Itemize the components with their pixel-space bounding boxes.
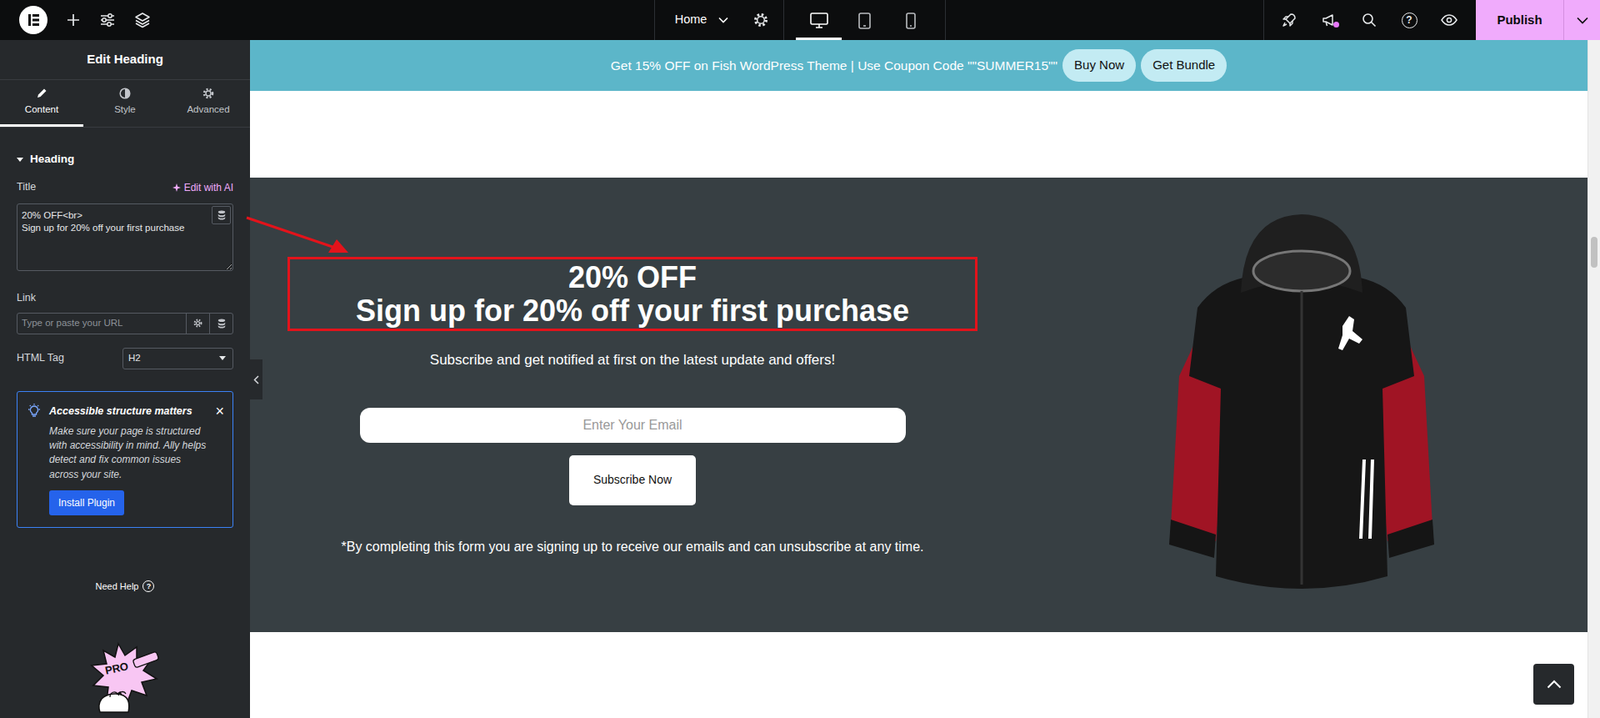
collapse-panel-chevron-icon[interactable] xyxy=(250,359,263,400)
tab-label[interactable]: Content xyxy=(25,102,59,117)
elementor-logo-icon[interactable] xyxy=(19,5,48,35)
help-circle-icon[interactable]: ? xyxy=(142,580,155,592)
page-canvas: Get 15% OFF on Fish WordPress Theme | Us… xyxy=(250,40,1588,718)
heading-line[interactable]: Sign up for 20% off your first purchase xyxy=(290,294,975,328)
section-subtitle: Subscribe and get notified at first on t… xyxy=(287,349,978,371)
device-button[interactable] xyxy=(795,0,842,40)
dynamic-tags-database-icon[interactable] xyxy=(211,205,231,225)
link-field xyxy=(16,312,234,335)
whats-new-icon[interactable] xyxy=(1309,12,1350,28)
pencil-icon xyxy=(35,87,48,100)
subscribe-button[interactable]: Subscribe Now xyxy=(569,455,696,505)
page-settings-gear-icon[interactable] xyxy=(753,12,769,28)
scroll-to-top-arrow-icon[interactable] xyxy=(1533,663,1575,705)
layers-icon[interactable] xyxy=(134,11,151,29)
annotation-arrow xyxy=(241,210,359,261)
site-settings-rocket-icon[interactable] xyxy=(1269,12,1310,28)
pro-promo-illustration: PRO xyxy=(85,640,165,715)
html-tag-value[interactable]: H2 xyxy=(128,350,141,365)
settings-sliders-icon[interactable] xyxy=(99,12,116,28)
preview-eye-icon[interactable] xyxy=(1429,14,1470,26)
unread-dot xyxy=(1333,21,1340,28)
device-button[interactable] xyxy=(887,0,934,40)
sparkle-icon xyxy=(172,183,181,192)
page-selector[interactable]: Home xyxy=(654,0,785,40)
announcement-text: Get 15% OFF on Fish WordPress Theme | Us… xyxy=(610,55,1058,75)
heading-widget[interactable]: 20% OFF Sign up for 20% off your first p… xyxy=(287,256,978,331)
add-element-icon[interactable] xyxy=(65,12,81,28)
publish-button[interactable]: Publish xyxy=(1475,0,1565,40)
scrollbar-thumb[interactable] xyxy=(1590,236,1598,268)
html-tag-select[interactable]: H2 xyxy=(122,347,234,370)
get-bundle-button[interactable]: Get Bundle xyxy=(1140,49,1227,82)
chevron-down-icon[interactable] xyxy=(718,16,729,24)
edit-with-ai-text[interactable]: Edit with AI xyxy=(184,180,234,195)
style-contrast-icon xyxy=(119,87,131,100)
device-icon xyxy=(905,10,916,30)
panel-tab[interactable]: Advanced xyxy=(166,80,250,127)
hoodie-photo xyxy=(1164,209,1440,601)
panel-tabs: Content Style Advanced xyxy=(0,80,250,128)
workspace: Edit Heading Content Style Advanced Head… xyxy=(0,40,1600,718)
link-label: Link xyxy=(16,290,234,306)
device-switcher xyxy=(784,0,946,40)
search-icon[interactable] xyxy=(1349,12,1390,28)
title-textarea[interactable]: 20% OFF<br> Sign up for 20% off your fir… xyxy=(16,203,234,271)
panel-tab[interactable]: Style xyxy=(83,80,167,127)
link-options-gear-icon[interactable] xyxy=(185,313,210,334)
install-plugin-button[interactable]: Install Plugin xyxy=(49,490,125,515)
expand-caret-icon[interactable] xyxy=(16,157,24,162)
editor-panel: Edit Heading Content Style Advanced Head… xyxy=(0,40,250,718)
tab-label[interactable]: Advanced xyxy=(186,102,230,117)
announcement-bar: Get 15% OFF on Fish WordPress Theme | Us… xyxy=(250,40,1588,91)
email-input[interactable] xyxy=(360,407,906,443)
notice-title: Accessible structure matters xyxy=(49,403,207,420)
publish-options-chevron-icon[interactable] xyxy=(1564,0,1600,40)
newsletter-section: 20% OFF Sign up for 20% off your first p… xyxy=(250,177,1588,632)
buy-now-button[interactable]: Buy Now xyxy=(1062,49,1136,82)
html-tag-label: HTML Tag xyxy=(16,350,65,366)
panel-tab[interactable]: Content xyxy=(0,80,84,127)
elementor-editor: Home xyxy=(0,0,1600,718)
page-name[interactable]: Home xyxy=(675,10,708,30)
device-button[interactable] xyxy=(841,0,888,40)
advanced-gear-icon xyxy=(202,87,215,100)
title-label: Title xyxy=(16,179,36,195)
device-icon xyxy=(810,10,829,30)
accessibility-notice: Accessible structure matters Make sure y… xyxy=(16,390,234,528)
notice-text: Make sure your page is structured with a… xyxy=(49,424,207,483)
disclaimer-text: *By completing this form you are signing… xyxy=(287,536,978,557)
help-button[interactable]: ? xyxy=(1389,12,1430,29)
edit-with-ai-link[interactable]: Edit with AI xyxy=(172,180,234,195)
need-help-link[interactable]: Need Help ? xyxy=(0,579,250,594)
help-icon[interactable]: ? xyxy=(1401,12,1418,29)
section-title[interactable]: Heading xyxy=(30,150,75,168)
panel-title: Edit Heading xyxy=(0,40,250,80)
select-caret-icon xyxy=(219,355,226,360)
device-icon xyxy=(858,10,871,30)
tab-label[interactable]: Style xyxy=(114,102,136,117)
notice-close-button[interactable]: × xyxy=(215,403,225,515)
section-header[interactable]: Heading xyxy=(0,127,250,180)
canvas-scrollbar[interactable] xyxy=(1587,40,1600,718)
link-dynamic-database-icon[interactable] xyxy=(209,313,233,334)
heading-line[interactable]: 20% OFF xyxy=(290,260,975,295)
link-input[interactable] xyxy=(17,313,186,334)
top-bar: Home xyxy=(0,0,1600,40)
lightbulb-icon xyxy=(27,403,41,419)
need-help-text[interactable]: Need Help xyxy=(95,579,140,594)
section-heading[interactable]: 20% OFF Sign up for 20% off your first p… xyxy=(290,260,975,327)
